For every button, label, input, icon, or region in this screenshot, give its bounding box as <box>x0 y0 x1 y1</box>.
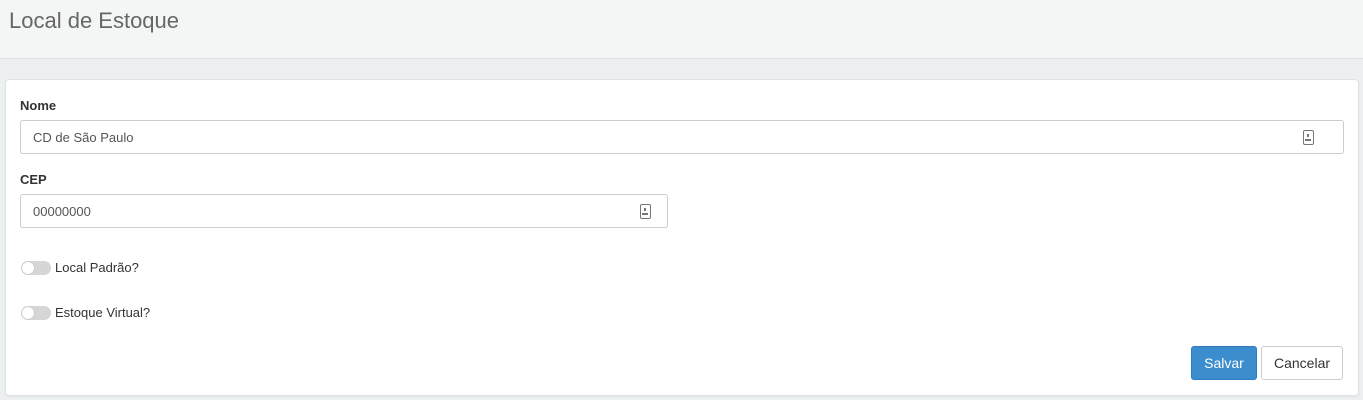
form-panel: Nome CEP Local Padrão? Estoque Virtual? … <box>5 79 1359 396</box>
local-padrao-label: Local Padrão? <box>55 260 139 275</box>
save-button[interactable]: Salvar <box>1191 346 1257 380</box>
toggle-knob <box>22 307 34 319</box>
local-padrao-toggle[interactable] <box>21 261 51 275</box>
cep-field-wrapper <box>20 194 668 228</box>
toggle-knob <box>22 262 34 274</box>
contact-card-icon <box>1303 130 1314 145</box>
nome-input[interactable] <box>21 121 1343 153</box>
page-title: Local de Estoque <box>9 8 180 33</box>
estoque-virtual-toggle[interactable] <box>21 306 51 320</box>
nome-field-wrapper <box>20 120 1344 154</box>
page-header: Local de Estoque <box>0 0 1363 59</box>
contact-card-icon <box>640 204 651 219</box>
nome-label: Nome <box>20 98 57 113</box>
cancel-button[interactable]: Cancelar <box>1261 346 1343 380</box>
estoque-virtual-label: Estoque Virtual? <box>55 305 151 320</box>
cep-label: CEP <box>20 172 47 187</box>
cep-input[interactable] <box>21 195 667 227</box>
